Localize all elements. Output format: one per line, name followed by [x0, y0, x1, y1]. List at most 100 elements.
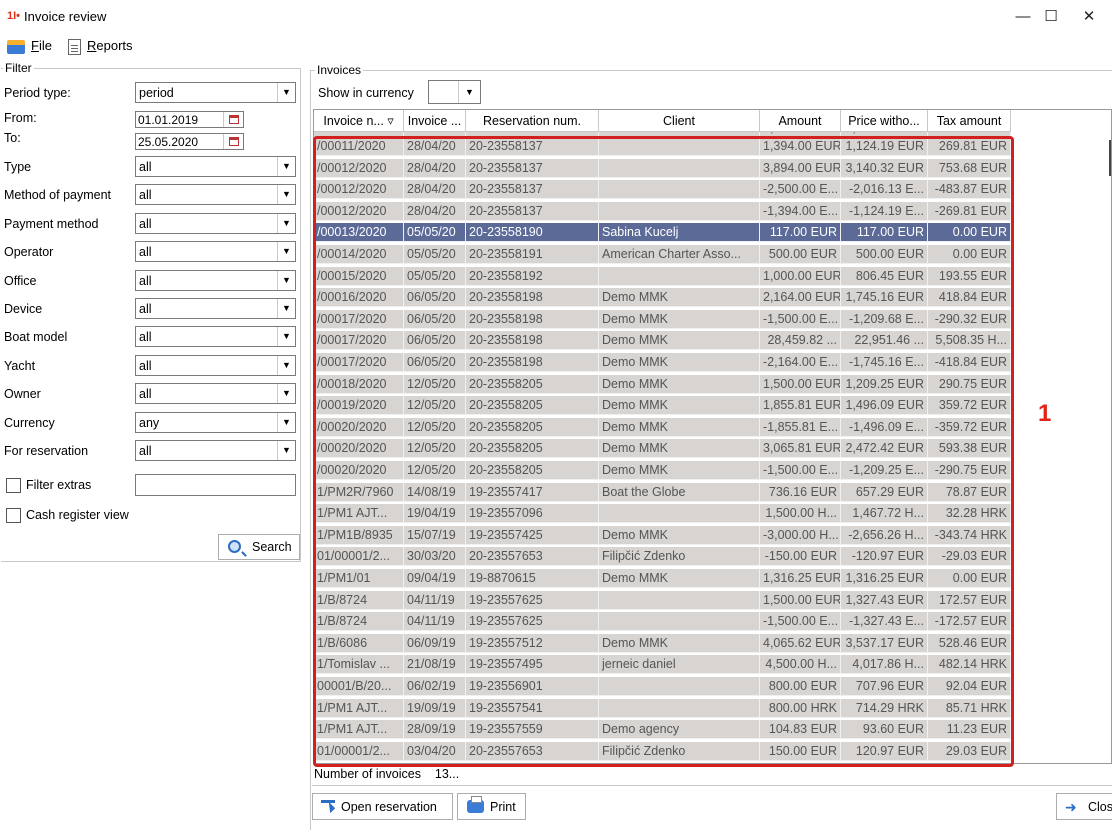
table-row[interactable]: /00020/2020 12/05/20 20-23558205 Demo MMK -1…: [314, 417, 1011, 437]
table-cell: 14/08/19: [404, 482, 466, 502]
table-cell: jerneic daniel: [599, 655, 760, 675]
device-select[interactable]: all ▼: [135, 298, 296, 319]
currency-select[interactable]: any ▼: [135, 412, 296, 433]
print-button[interactable]: Print: [457, 793, 526, 820]
table-cell: 1,316.25 EUR: [760, 569, 841, 588]
table-row[interactable]: /00017/2020 06/05/20 20-23558198 Demo MMK 28…: [314, 331, 1011, 351]
menu-file[interactable]: File: [7, 38, 52, 54]
close-button[interactable]: ➜ Clos: [1056, 793, 1112, 820]
table-cell: /00011/2020: [314, 137, 404, 156]
table-row[interactable]: /00020/2020 12/05/20 20-23558205 Demo MMK 3,…: [314, 439, 1011, 459]
table-cell: 20-23558198: [466, 331, 599, 351]
column-header-reservation-number[interactable]: Reservation num.: [466, 110, 599, 132]
column-header-invoice-number[interactable]: Invoice n... ▿: [314, 110, 404, 132]
table-row[interactable]: /00017/2020 06/05/20 20-23558198 Demo MMK -1…: [314, 309, 1011, 329]
table-row[interactable]: 1/Tomislav ... 21/08/19 19-23557495 jerneic…: [314, 655, 1011, 675]
table-cell: 05/05/20: [404, 266, 466, 286]
table-cell: -290.75 EUR: [928, 461, 1011, 480]
chevron-down-icon: ▼: [277, 214, 295, 233]
filter-extras-input[interactable]: [135, 474, 296, 496]
app-logo-icon: 1I•: [7, 10, 21, 22]
table-row[interactable]: 1/B/8724 04/11/19 19-23557625 1,500.00 EUR 1…: [314, 590, 1011, 610]
table-cell: Demo MMK: [599, 288, 760, 308]
table-cell: 5,508.35 H...: [928, 331, 1011, 351]
payment-method-select[interactable]: all ▼: [135, 213, 296, 234]
boat-model-select[interactable]: all ▼: [135, 326, 296, 347]
table-row[interactable]: /00014/2020 05/05/20 20-23558191 American C…: [314, 245, 1011, 264]
cash-register-view-label: Cash register view: [26, 508, 129, 522]
search-button[interactable]: Search: [218, 534, 300, 560]
table-cell: 3,894.00 EUR: [760, 158, 841, 178]
table-row[interactable]: /00017/2020 06/05/20 20-23558198 Demo MMK -2…: [314, 353, 1011, 372]
table-cell: 1/PM1 AJT...: [314, 504, 404, 524]
period-type-select[interactable]: period ▼: [135, 82, 296, 103]
table-row[interactable]: /00012/2020 28/04/20 20-23558137 -1,394.00 …: [314, 201, 1011, 221]
calendar-icon[interactable]: [223, 134, 243, 149]
table-row[interactable]: /00020/2020 12/05/20 20-23558205 Demo MMK -1…: [314, 461, 1011, 480]
table-cell: 28,459.82 ...: [760, 331, 841, 351]
table-row[interactable]: /00011/2020 28/04/20 20-23558137 1,394.00 E…: [314, 137, 1011, 156]
column-header-price-without-tax[interactable]: Price witho...: [841, 110, 928, 132]
menu-reports[interactable]: Reports: [68, 38, 133, 55]
open-reservation-button[interactable]: Open reservation: [312, 793, 453, 820]
filter-extras-checkbox[interactable]: [6, 478, 21, 493]
from-date-input[interactable]: 01.01.2019: [135, 111, 244, 128]
method-of-payment-label: Method of payment: [4, 188, 112, 202]
table-row[interactable]: 1/PM2R/7960 14/08/19 19-23557417 Boat the G…: [314, 482, 1011, 502]
table-row[interactable]: 1/B/6086 06/09/19 19-23557512 Demo MMK 4,065…: [314, 633, 1011, 653]
type-select[interactable]: all ▼: [135, 156, 296, 177]
operator-select[interactable]: all ▼: [135, 241, 296, 262]
column-header-client[interactable]: Client: [599, 110, 760, 132]
invoices-table[interactable]: Invoice n... ▿ Invoice ... Reservation num…: [313, 109, 1112, 764]
table-cell: 19-23557541: [466, 698, 599, 718]
yacht-select[interactable]: all ▼: [135, 355, 296, 376]
table-cell: 736.16 EUR: [760, 482, 841, 502]
table-cell: 4,017.86 H...: [841, 655, 928, 675]
printer-icon: [467, 796, 484, 813]
show-in-currency-select[interactable]: ▼: [428, 80, 481, 104]
table-cell: 4,065.62 EUR: [760, 633, 841, 653]
column-header-amount[interactable]: Amount: [760, 110, 841, 132]
table-row[interactable]: 1/PM1B/8935 15/07/19 19-23557425 Demo MMK -3…: [314, 525, 1011, 545]
table-row[interactable]: 01/00001/2... 03/04/20 20-23557653 Filipčić…: [314, 741, 1011, 761]
table-row[interactable]: 01/00001/2... 30/03/20 20-23557653 Filipčić…: [314, 547, 1011, 567]
table-row[interactable]: /00015/2020 05/05/20 20-23558192 1,000.00 E…: [314, 266, 1011, 286]
column-header-invoice-date[interactable]: Invoice ...: [404, 110, 466, 132]
column-header-tax-amount[interactable]: Tax amount: [928, 110, 1011, 132]
table-cell: -2,500.00 E...: [760, 180, 841, 200]
table-cell: 22,951.46 ...: [841, 331, 928, 351]
method-of-payment-select[interactable]: all ▼: [135, 184, 296, 205]
to-date-input[interactable]: 25.05.2020: [135, 133, 244, 150]
table-row[interactable]: 1/PM1/01 09/04/19 19-8870615 Demo MMK 1,316.…: [314, 569, 1011, 588]
close-window-button[interactable]: ✕: [1066, 4, 1112, 30]
table-row[interactable]: /00012/2020 28/04/20 20-23558137 3,894.00 E…: [314, 158, 1011, 178]
table-row[interactable]: /00012/2020 28/04/20 20-23558137 -2,500.00 …: [314, 180, 1011, 200]
table-row[interactable]: /00016/2020 06/05/20 20-23558198 Demo MMK 2,…: [314, 288, 1011, 308]
menu-bar: File Reports: [0, 34, 1112, 58]
table-row[interactable]: 00001/B/20... 06/02/19 19-23556901 800.00 E…: [314, 677, 1011, 696]
device-label: Device: [4, 302, 43, 316]
table-row[interactable]: /00018/2020 12/05/20 20-23558205 Demo MMK 1,…: [314, 374, 1011, 394]
table-row[interactable]: 1/B/8724 04/11/19 19-23557625 -1,500.00 E..…: [314, 612, 1011, 632]
table-row[interactable]: /00013/2020 05/05/20 20-23558190 Sabina Kuc…: [314, 223, 1011, 243]
table-row[interactable]: /00019/2020 12/05/20 20-23558205 Demo MMK 1,…: [314, 396, 1011, 416]
table-cell: 19-23557495: [466, 655, 599, 675]
scrollbar[interactable]: [1109, 140, 1111, 176]
owner-select[interactable]: all ▼: [135, 383, 296, 404]
operator-label: Operator: [4, 245, 54, 259]
for-reservation-select[interactable]: all ▼: [135, 440, 296, 461]
table-cell: 1/Tomislav ...: [314, 655, 404, 675]
office-select[interactable]: all ▼: [135, 270, 296, 291]
table-cell: 104.83 EUR: [760, 720, 841, 740]
table-cell: -1,496.09 E...: [841, 417, 928, 437]
table-cell: [599, 180, 760, 200]
table-cell: 20-23558191: [466, 245, 599, 264]
table-cell: 78.87 EUR: [928, 482, 1011, 502]
table-row[interactable]: 1/PM1 AJT... 28/09/19 19-23557559 Demo agen…: [314, 720, 1011, 740]
table-row[interactable]: 1/PM1 AJT... 19/04/19 19-23557096 1,500.00 …: [314, 504, 1011, 524]
calendar-icon[interactable]: [223, 112, 243, 127]
open-icon: [321, 800, 335, 814]
table-row[interactable]: 1/PM1 AJT... 19/09/19 19-23557541 800.00 HR…: [314, 698, 1011, 718]
table-cell: 19-23557559: [466, 720, 599, 740]
cash-register-view-checkbox[interactable]: [6, 508, 21, 523]
